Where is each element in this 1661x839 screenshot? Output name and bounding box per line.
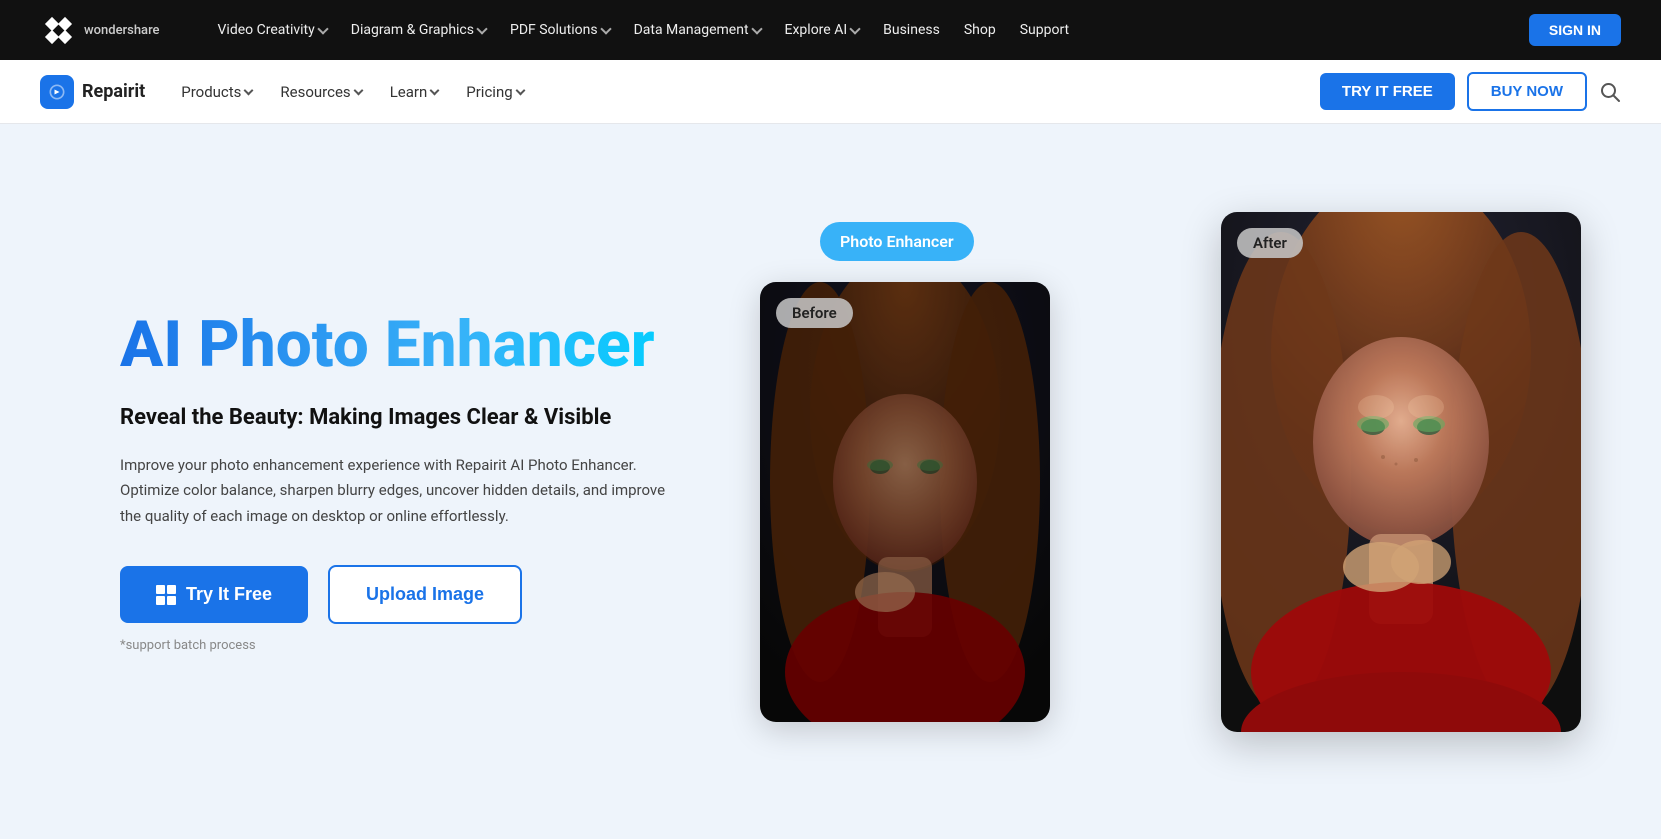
nav-item-explore-ai[interactable]: Explore AI [775,16,870,44]
logo-text: wondershare [84,23,160,38]
top-right-actions: SIGN IN [1529,14,1621,46]
search-icon [1599,81,1621,103]
logo-icon [40,12,76,48]
nav-item-support[interactable]: Support [1010,16,1079,44]
top-navigation: wondershare Video Creativity Diagram & G… [0,0,1661,60]
repairit-icon [40,75,74,109]
wondershare-logo[interactable]: wondershare [40,12,160,48]
try-it-free-button[interactable]: TRY IT FREE [1320,73,1455,110]
chevron-down-icon [353,86,363,96]
nav-item-data-management[interactable]: Data Management [624,16,771,44]
hero-image-area: Photo Enhancer Before [760,242,1581,722]
before-photo-image [760,282,1050,722]
signin-button[interactable]: SIGN IN [1529,14,1621,46]
chevron-down-icon [600,23,611,34]
nav-item-pdf-solutions[interactable]: PDF Solutions [500,16,620,44]
sec-nav-items: Products Resources Learn Pricing [169,77,535,107]
hero-subtitle: Reveal the Beauty: Making Images Clear &… [120,404,680,433]
hero-buttons: Try It Free Upload Image [120,565,680,624]
hero-description: Improve your photo enhancement experienc… [120,453,680,530]
before-badge: Before [776,298,853,328]
nav-item-business[interactable]: Business [873,16,950,44]
before-photo-card: Before [760,282,1050,722]
upload-image-button[interactable]: Upload Image [328,565,522,624]
windows-icon [156,585,176,605]
sec-nav-pricing[interactable]: Pricing [454,77,535,107]
chevron-down-icon [515,86,525,96]
photo-enhancer-bubble: Photo Enhancer [820,222,974,261]
nav-item-diagram-graphics[interactable]: Diagram & Graphics [341,16,496,44]
chevron-down-icon [751,23,762,34]
sec-nav-learn[interactable]: Learn [378,77,451,107]
chevron-down-icon [849,23,860,34]
after-photo-card: After [1221,212,1581,732]
hero-note: *support batch process [120,638,680,653]
chevron-down-icon [476,23,487,34]
chevron-down-icon [244,86,254,96]
top-nav-items: Video Creativity Diagram & Graphics PDF … [208,16,1497,44]
after-photo-image [1221,212,1581,732]
buy-now-button[interactable]: BUY NOW [1467,72,1587,111]
after-badge: After [1237,228,1303,258]
hero-content: AI Photo Enhancer Reveal the Beauty: Mak… [120,310,680,653]
hero-section: AI Photo Enhancer Reveal the Beauty: Mak… [0,124,1661,839]
chevron-down-icon [430,86,440,96]
nav-item-video-creativity[interactable]: Video Creativity [208,16,337,44]
try-it-free-hero-button[interactable]: Try It Free [120,566,308,623]
search-button[interactable] [1599,81,1621,103]
sec-nav-right-actions: TRY IT FREE BUY NOW [1320,72,1621,111]
sec-nav-products[interactable]: Products [169,77,264,107]
sec-nav-resources[interactable]: Resources [268,77,373,107]
product-name: Repairit [82,81,145,102]
hero-title: AI Photo Enhancer [120,310,680,380]
product-logo[interactable]: Repairit [40,75,145,109]
nav-item-shop[interactable]: Shop [954,16,1006,44]
chevron-down-icon [317,23,328,34]
secondary-navigation: Repairit Products Resources Learn Pricin… [0,60,1661,124]
